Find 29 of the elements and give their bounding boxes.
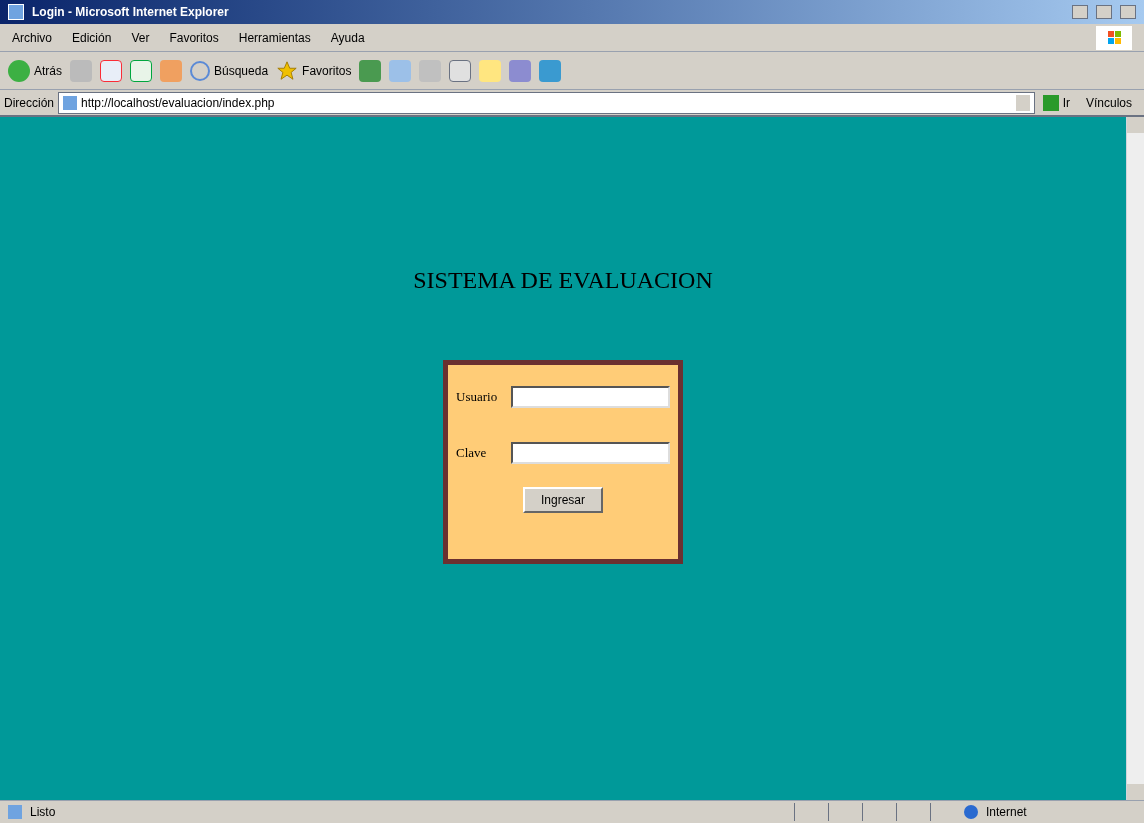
menu-item[interactable]: Favoritos <box>169 28 219 47</box>
field-label: Usuario <box>456 388 499 407</box>
text-field[interactable] <box>511 386 670 408</box>
back-button[interactable]: Atrás <box>8 59 62 82</box>
text-field[interactable] <box>511 442 670 464</box>
menu-item[interactable]: Ayuda <box>330 28 365 47</box>
browser-icon <box>8 4 24 20</box>
windows-logo-icon <box>1096 25 1132 50</box>
submit-button[interactable]: Ingresar <box>523 487 603 513</box>
menu-item[interactable]: Ver <box>131 28 150 47</box>
close-button[interactable] <box>1120 5 1136 19</box>
favorites-button[interactable]: Favoritos <box>276 59 352 82</box>
menu-item[interactable]: Archivo <box>12 28 52 47</box>
menu-item[interactable]: Edición <box>72 28 112 47</box>
zone-text: Internet <box>986 804 1028 821</box>
links-button[interactable]: Vínculos <box>1077 93 1140 112</box>
search-button[interactable]: Búsqueda <box>190 60 269 81</box>
field-label: Clave <box>456 444 488 463</box>
address-label: Dirección <box>4 94 54 112</box>
menu-item[interactable]: Herramientas <box>238 28 311 47</box>
page-heading: SISTEMA DE EVALUACION <box>413 266 713 295</box>
maximize-button[interactable] <box>1096 5 1112 19</box>
minimize-button[interactable] <box>1072 5 1088 19</box>
globe-icon <box>964 805 978 819</box>
go-button[interactable]: Ir <box>1038 93 1074 112</box>
status-text: Listo <box>30 804 57 821</box>
star-icon <box>276 59 299 82</box>
address-field[interactable]: http://localhost/evaluacion/index.php <box>58 91 1035 114</box>
window-title: Login - Microsoft Internet Explorer <box>32 4 230 21</box>
